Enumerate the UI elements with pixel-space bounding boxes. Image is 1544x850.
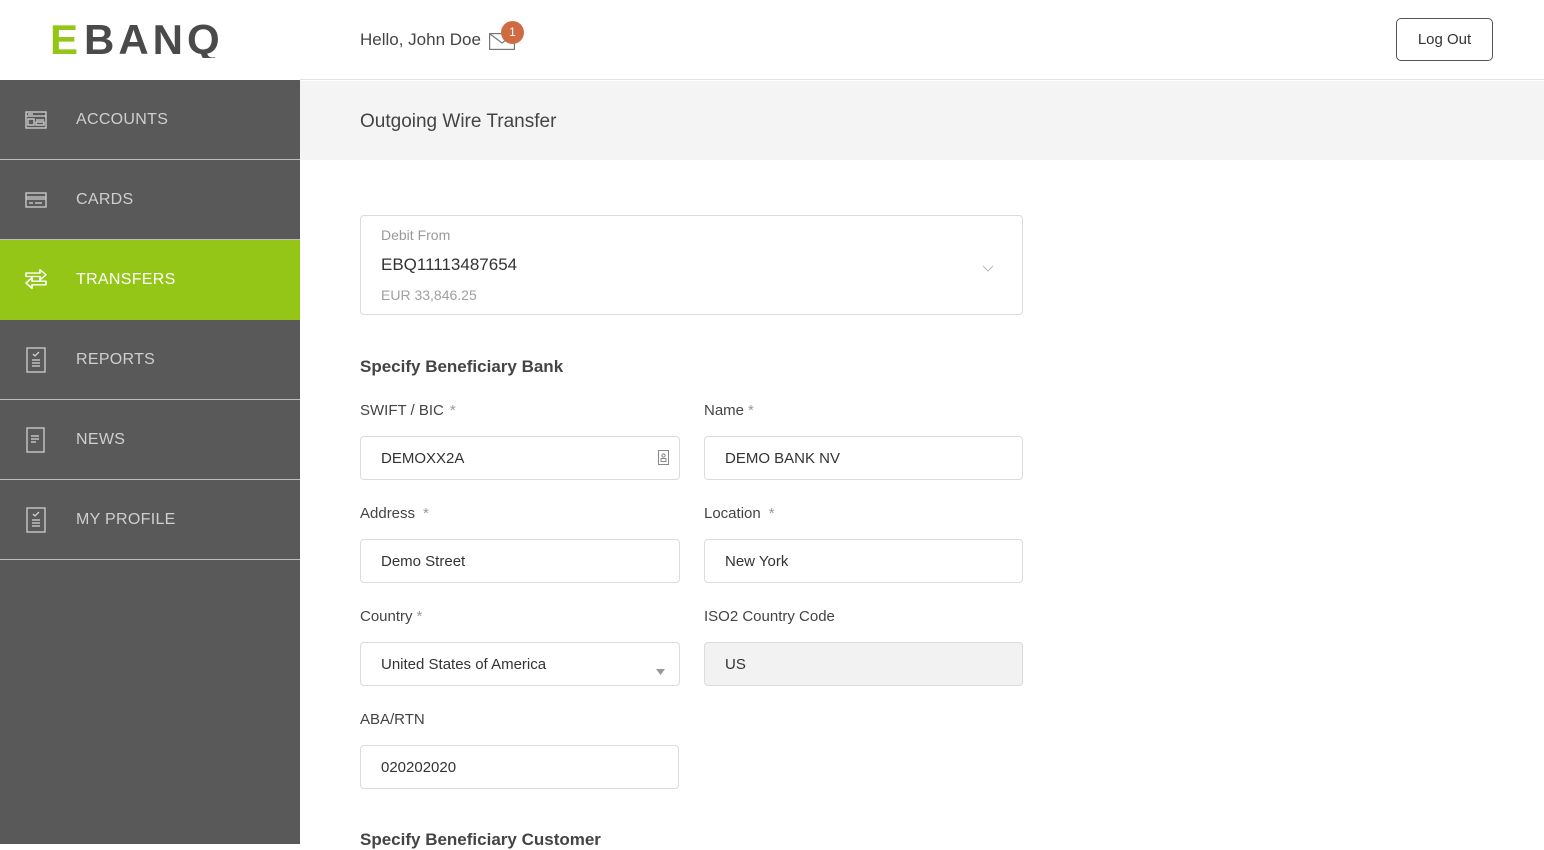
accounts-icon bbox=[0, 110, 76, 129]
country-label: Country * bbox=[360, 608, 422, 625]
sidebar-item-label: CARDS bbox=[76, 190, 134, 208]
beneficiary-customer-heading: Specify Beneficiary Customer bbox=[360, 830, 601, 849]
required-marker: * bbox=[449, 402, 456, 419]
aba-label: ABA/RTN bbox=[360, 711, 425, 728]
swift-value: DEMOXX2A bbox=[381, 449, 465, 467]
debit-from-select[interactable]: Debit From EBQ11113487654 EUR 33,846.25 bbox=[360, 215, 1023, 315]
address-value: Demo Street bbox=[381, 552, 466, 570]
country-label-text: Country bbox=[360, 608, 413, 625]
iso2-label-text: ISO2 Country Code bbox=[704, 608, 835, 625]
sidebar-item-reports[interactable]: REPORTS bbox=[0, 320, 300, 400]
bank-name-label: Name * bbox=[704, 402, 754, 419]
top-header: Hello, John Doe 1 Log Out bbox=[300, 0, 1544, 80]
swift-label-text: SWIFT / BIC bbox=[360, 402, 444, 419]
country-value: United States of America bbox=[381, 655, 547, 673]
beneficiary-bank-heading: Specify Beneficiary Bank bbox=[360, 357, 564, 376]
address-input[interactable]: Demo Street bbox=[360, 539, 680, 583]
swift-label: SWIFT / BIC * bbox=[360, 402, 456, 419]
required-marker: * bbox=[748, 402, 754, 419]
aba-value: 020202020 bbox=[381, 758, 457, 776]
location-input[interactable]: New York bbox=[704, 539, 1023, 583]
logo-text: BANQ bbox=[84, 22, 224, 58]
bank-name-input[interactable]: DEMO BANK NV bbox=[704, 436, 1023, 480]
ebanq-logo[interactable]: E BANQ bbox=[0, 0, 300, 80]
chevron-down-icon[interactable] bbox=[982, 260, 994, 278]
caret-down-icon bbox=[656, 662, 665, 679]
required-marker: * bbox=[768, 505, 775, 522]
required-marker: * bbox=[416, 608, 423, 625]
sidebar-item-transfers[interactable]: TRANSFERS bbox=[0, 240, 300, 320]
logo-accent-letter: E bbox=[50, 22, 80, 58]
iso2-input: US bbox=[704, 642, 1023, 686]
address-label: Address * bbox=[360, 505, 429, 522]
sidebar-item-label: REPORTS bbox=[76, 350, 156, 368]
bank-name-label-text: Name bbox=[704, 402, 745, 419]
swift-input[interactable]: DEMOXX2A bbox=[360, 436, 680, 480]
card-icon bbox=[0, 191, 76, 208]
debit-account-balance: EUR 33,846.25 bbox=[381, 287, 477, 303]
sidebar-item-label: NEWS bbox=[76, 430, 126, 448]
aba-label-text: ABA/RTN bbox=[360, 711, 425, 728]
page-title: Outgoing Wire Transfer bbox=[360, 111, 557, 132]
country-select[interactable]: United States of America bbox=[360, 642, 680, 686]
user-greeting: Hello, John Doe bbox=[360, 30, 481, 49]
sidebar-item-accounts[interactable]: ACCOUNTS bbox=[0, 80, 300, 160]
location-value: New York bbox=[725, 552, 789, 570]
report-checklist-icon bbox=[0, 346, 76, 373]
page-title-bar: Outgoing Wire Transfer bbox=[300, 81, 1544, 160]
required-marker: * bbox=[423, 505, 429, 522]
transfer-arrows-icon bbox=[0, 268, 76, 292]
profile-checklist-icon bbox=[0, 506, 76, 533]
logo-wordmark: E BANQ bbox=[50, 22, 224, 58]
sidebar-item-label: TRANSFERS bbox=[76, 270, 176, 288]
iso2-label: ISO2 Country Code bbox=[704, 608, 835, 625]
bank-name-value: DEMO BANK NV bbox=[725, 449, 841, 467]
debit-from-label: Debit From bbox=[381, 227, 451, 243]
address-label-text: Address bbox=[360, 505, 416, 522]
aba-input[interactable]: 020202020 bbox=[360, 745, 679, 789]
notification-badge[interactable]: 1 bbox=[501, 21, 524, 44]
sidebar-item-label: MY PROFILE bbox=[76, 510, 176, 528]
sidebar: E BANQ ACCOUNTS CARDS TRANSFERS REPORTS … bbox=[0, 0, 300, 844]
sidebar-item-label: ACCOUNTS bbox=[76, 110, 169, 128]
location-label: Location * bbox=[704, 505, 775, 522]
sidebar-item-my-profile[interactable]: MY PROFILE bbox=[0, 480, 300, 560]
sidebar-item-cards[interactable]: CARDS bbox=[0, 160, 300, 240]
location-label-text: Location bbox=[704, 505, 761, 522]
iso2-value: US bbox=[725, 655, 746, 673]
sidebar-item-news[interactable]: NEWS bbox=[0, 400, 300, 480]
news-document-icon bbox=[0, 426, 76, 453]
contact-card-icon[interactable] bbox=[658, 450, 669, 469]
logout-button[interactable]: Log Out bbox=[1396, 18, 1493, 61]
debit-account-number: EBQ11113487654 bbox=[381, 255, 518, 274]
